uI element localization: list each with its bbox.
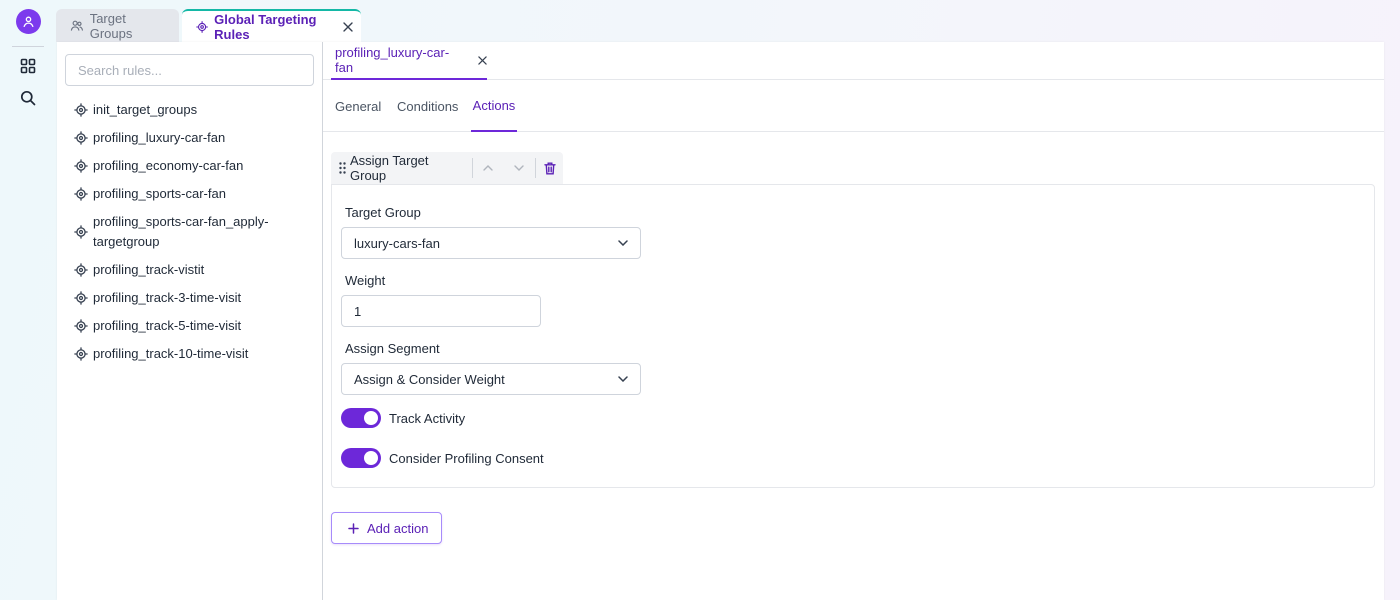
chevron-down-icon [618, 240, 628, 246]
rule-item[interactable]: profiling_sports-car-fan_apply-targetgro… [74, 208, 314, 256]
chevron-down-icon [618, 376, 628, 382]
users-icon [70, 20, 83, 31]
profiling-consent-label: Consider Profiling Consent [389, 450, 544, 466]
target-icon [74, 187, 88, 201]
open-rule-tab[interactable]: profiling_luxury-car-fan [331, 42, 487, 80]
rules-list: init_target_groups profiling_luxury-car-… [74, 96, 314, 368]
drag-handle-icon [339, 162, 346, 174]
assign-segment-select[interactable]: Assign & Consider Weight [341, 363, 641, 395]
toggle-knob [364, 411, 378, 425]
rule-label: profiling_economy-car-fan [93, 158, 244, 173]
target-icon [74, 263, 88, 277]
drag-handle[interactable] [339, 162, 346, 174]
user-avatar[interactable] [16, 9, 41, 34]
tab-target-groups[interactable]: Target Groups [56, 9, 179, 42]
search-icon [20, 90, 36, 106]
rule-item[interactable]: profiling_track-10-time-visit [74, 340, 314, 368]
rule-label: profiling_track-vistit [93, 262, 205, 277]
track-activity-row: Track Activity [341, 408, 465, 428]
target-icon [74, 131, 88, 145]
action-title: Assign Target Group [350, 153, 429, 183]
tab-label: Global Targeting Rules [214, 11, 317, 42]
search-rules-input[interactable] [65, 54, 314, 86]
rule-item[interactable]: profiling_luxury-car-fan [74, 124, 314, 152]
rail-divider [12, 46, 44, 47]
tab-general[interactable]: General [335, 80, 381, 132]
grid-icon [20, 58, 36, 74]
weight-label: Weight [345, 273, 386, 288]
target-icon [74, 291, 88, 305]
divider [535, 158, 536, 178]
target-icon [74, 225, 88, 239]
tab-actions[interactable]: Actions [471, 80, 517, 132]
open-rule-tab-label: profiling_luxury-car-fan [335, 45, 450, 75]
grid-button[interactable] [18, 56, 38, 76]
action-header: Assign Target Group [331, 152, 563, 184]
chevron-down-icon [514, 165, 525, 171]
rule-item[interactable]: profiling_track-5-time-visit [74, 312, 314, 340]
track-activity-label: Track Activity [389, 410, 466, 426]
rule-item[interactable]: profiling_economy-car-fan [74, 152, 314, 180]
trash-icon [544, 162, 557, 174]
close-tab-button[interactable] [343, 21, 353, 32]
rule-item[interactable]: init_target_groups [74, 96, 314, 124]
rule-item[interactable]: profiling_track-3-time-visit [74, 284, 314, 312]
target-group-label: Target Group [345, 205, 421, 220]
user-icon [23, 16, 34, 28]
toggle-knob [364, 451, 378, 465]
chevron-up-icon [483, 165, 494, 171]
rule-label: init_target_groups [93, 102, 198, 117]
move-up-button[interactable] [476, 155, 501, 181]
profiling-consent-toggle[interactable] [341, 448, 381, 468]
target-icon [74, 319, 88, 333]
rules-sidebar: init_target_groups profiling_luxury-car-… [57, 42, 323, 600]
assign-segment-value: Assign & Consider Weight [354, 371, 505, 387]
target-icon [74, 103, 88, 117]
close-icon [478, 55, 487, 65]
action-card: Target Group luxury-cars-fan Weight Assi… [331, 184, 1375, 488]
plus-icon [348, 522, 359, 534]
track-activity-toggle[interactable] [341, 408, 381, 428]
add-action-button[interactable]: Add action [331, 512, 442, 544]
move-down-button[interactable] [507, 155, 532, 181]
target-group-value: luxury-cars-fan [354, 235, 440, 251]
search-button[interactable] [18, 88, 38, 108]
divider [471, 158, 473, 178]
target-group-select[interactable]: luxury-cars-fan [341, 227, 641, 259]
close-icon [343, 21, 353, 32]
editor-sub-tabs: General Conditions Actions [323, 80, 1384, 132]
profiling-consent-row: Consider Profiling Consent [341, 448, 544, 468]
rule-label: profiling_sports-car-fan [93, 186, 226, 201]
rule-item[interactable]: profiling_track-vistit [74, 256, 314, 284]
rule-editor: profiling_luxury-car-fan General Conditi… [323, 42, 1384, 600]
left-rail [0, 0, 56, 600]
tab-label: Target Groups [89, 10, 133, 41]
tab-global-targeting-rules[interactable]: Global Targeting Rules [182, 9, 361, 42]
rule-label: profiling_track-10-time-visit [93, 346, 249, 361]
top-tab-bar: Target Groups Global Targeting Rules [56, 9, 361, 42]
open-rule-tabs: profiling_luxury-car-fan [323, 42, 1384, 80]
add-action-label: Add action [367, 520, 429, 536]
target-icon [74, 159, 88, 173]
assign-segment-label: Assign Segment [345, 341, 440, 356]
target-icon [74, 347, 88, 361]
weight-input[interactable] [341, 295, 541, 327]
rule-label: profiling_track-3-time-visit [93, 290, 242, 305]
target-icon [196, 20, 208, 33]
delete-action-button[interactable] [538, 155, 563, 181]
main-panel: init_target_groups profiling_luxury-car-… [57, 42, 1384, 600]
rule-item[interactable]: profiling_sports-car-fan [74, 180, 314, 208]
close-rule-tab-button[interactable] [478, 55, 487, 65]
rule-label: profiling_sports-car-fan_apply-targetgro… [93, 214, 269, 249]
tab-conditions[interactable]: Conditions [397, 80, 458, 132]
rule-label: profiling_track-5-time-visit [93, 318, 242, 333]
rule-label: profiling_luxury-car-fan [93, 130, 226, 145]
